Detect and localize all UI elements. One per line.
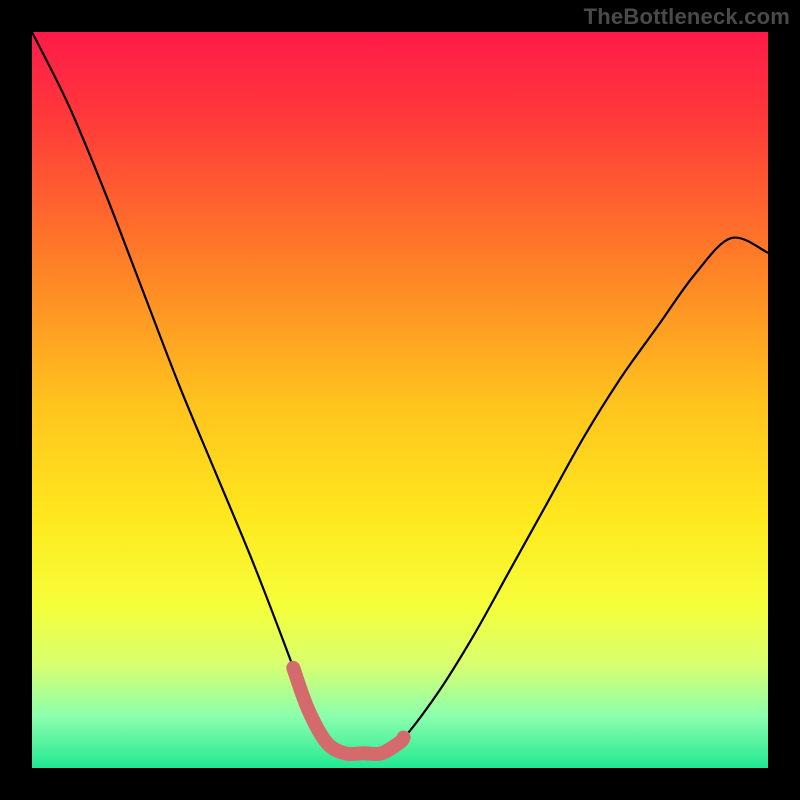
watermark-text: TheBottleneck.com (584, 4, 790, 30)
plot-background (32, 32, 768, 768)
bottleneck-chart (0, 0, 800, 800)
chart-frame: TheBottleneck.com (0, 0, 800, 800)
